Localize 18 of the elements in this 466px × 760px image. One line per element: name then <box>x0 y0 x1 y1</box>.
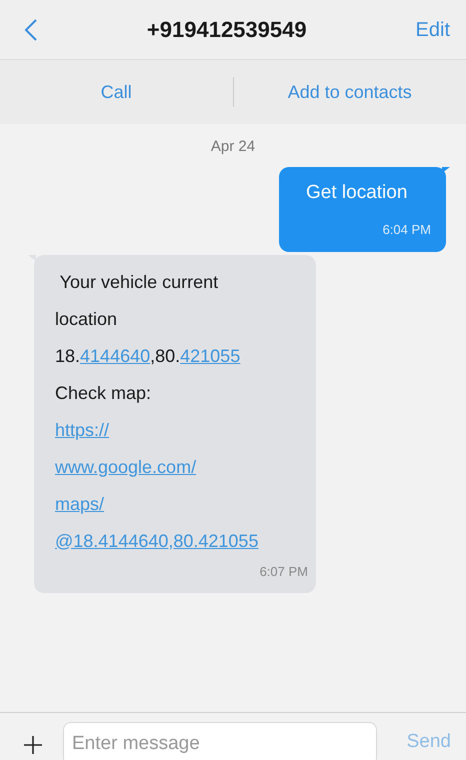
date-label: Apr 24 <box>210 137 256 157</box>
plus-icon[interactable] <box>24 736 42 754</box>
message-text: Get location <box>306 180 408 204</box>
message-input[interactable]: Enter message <box>63 722 377 760</box>
back-icon[interactable] <box>24 18 38 42</box>
link[interactable]: @18.4144640,80.421055 <box>55 530 258 550</box>
link[interactable]: 421055 <box>180 346 240 366</box>
link[interactable]: www.google.com/ <box>55 456 196 476</box>
message-text: Your vehicle current location 18.4144640,80.421055 Check map: https:// www.google.com/ maps/ @18.4144640,80.421055 <box>55 270 260 552</box>
edit-button[interactable]: Edit <box>416 14 450 44</box>
contact-title: +919412539549 <box>146 16 307 44</box>
message-time: 6:07 PM <box>260 562 308 580</box>
message-time: 6:04 PM <box>382 221 431 239</box>
link[interactable]: maps/ <box>55 494 104 514</box>
link[interactable]: 4144640 <box>80 346 150 366</box>
action-button[interactable]: Call <box>100 78 132 106</box>
link[interactable]: https:// <box>55 420 110 440</box>
action-button[interactable]: Add to contacts <box>288 78 412 106</box>
